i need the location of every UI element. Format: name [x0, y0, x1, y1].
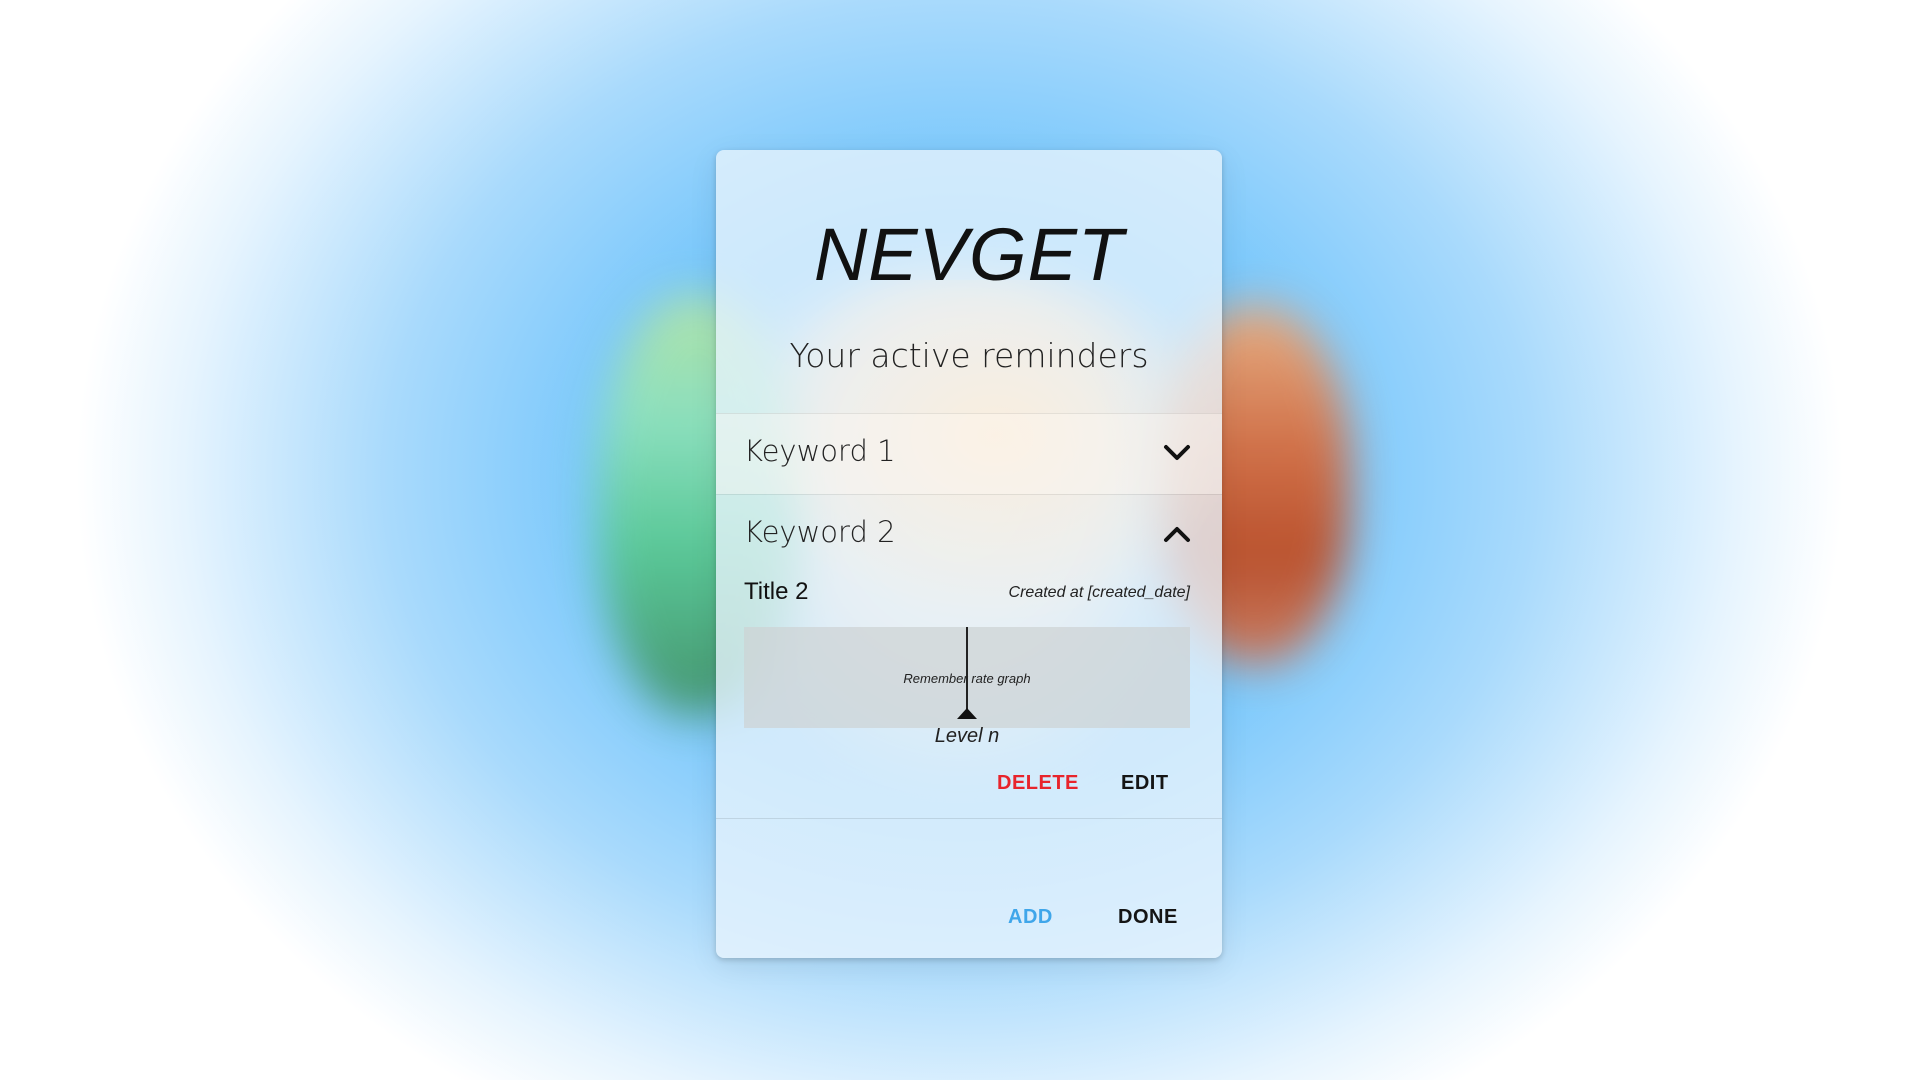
edit-button[interactable]: EDIT — [1111, 764, 1179, 803]
reminder-created-date: Created at [created_date] — [1008, 584, 1190, 601]
chevron-up-icon[interactable] — [1162, 522, 1192, 546]
add-button[interactable]: ADD — [998, 898, 1063, 937]
dialog-subtitle: Your active reminders — [789, 336, 1149, 375]
reminder-keyword-label: Keyword 2 — [744, 515, 896, 549]
graph-level-line — [966, 627, 968, 715]
section-divider — [716, 818, 1222, 819]
level-marker-icon — [957, 708, 977, 719]
level-label: Level n — [934, 725, 1000, 747]
delete-button[interactable]: DELETE — [987, 764, 1089, 803]
chevron-down-icon[interactable] — [1162, 441, 1192, 465]
reminder-keyword-label: Keyword 1 — [744, 434, 896, 468]
done-button[interactable]: DONE — [1108, 898, 1188, 937]
app-title: NEVGET — [813, 213, 1125, 296]
reminder-title: Title 2 — [744, 578, 809, 605]
reminder-row-keyword-2[interactable]: Keyword 2 — [716, 494, 1222, 575]
reminder-row-keyword-1[interactable]: Keyword 1 — [716, 413, 1222, 494]
reminders-dialog: NEVGET Your active reminders Keyword 1 K… — [716, 150, 1222, 958]
remember-rate-graph: Remember rate graph — [744, 627, 1190, 728]
